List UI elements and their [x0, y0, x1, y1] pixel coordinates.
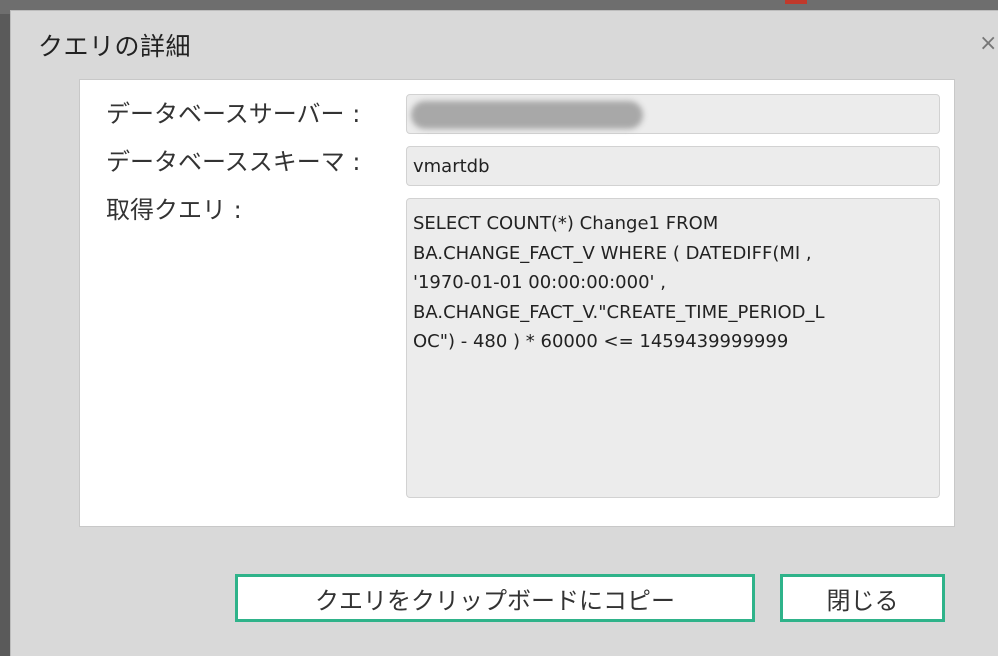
copy-to-clipboard-button[interactable]: クエリをクリップボードにコピー — [235, 574, 755, 622]
details-panel: データベースサーバー : データベーススキーマ : vmartdb 取得クエリ … — [79, 79, 955, 527]
close-icon[interactable]: × — [979, 33, 997, 55]
database-schema-field: vmartdb — [406, 146, 940, 186]
query-label: 取得クエリ : — [106, 196, 242, 224]
query-line: BA.CHANGE_FACT_V."CREATE_TIME_PERIOD_L — [413, 301, 825, 323]
query-line: OC") - 480 ) * 60000 <= 1459439999999 — [413, 331, 789, 352]
query-line: '1970-01-01 00:00:00:000' , — [413, 272, 666, 293]
database-server-field — [406, 94, 940, 134]
query-details-dialog: クエリの詳細 × データベースサーバー : データベーススキーマ : vmart… — [10, 10, 998, 656]
query-line: SELECT COUNT(*) Change1 FROM — [413, 213, 719, 234]
dialog-title: クエリの詳細 — [38, 32, 192, 61]
query-text-field: SELECT COUNT(*) Change1 FROM BA.CHANGE_F… — [406, 198, 940, 498]
query-line: BA.CHANGE_FACT_V WHERE ( DATEDIFF(MI , — [413, 242, 812, 264]
database-schema-label: データベーススキーマ : — [106, 148, 361, 176]
redacted-value — [411, 101, 643, 129]
database-server-label: データベースサーバー : — [106, 100, 361, 128]
close-button[interactable]: 閉じる — [780, 574, 945, 622]
background-accent — [785, 0, 807, 4]
